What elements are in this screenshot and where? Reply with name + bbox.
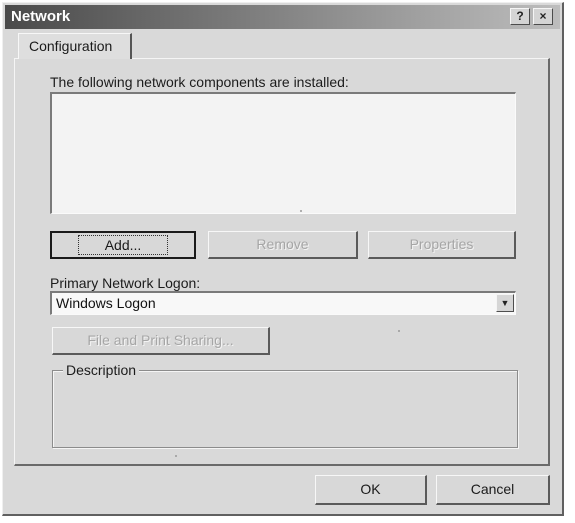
cancel-button[interactable]: Cancel — [436, 475, 550, 505]
scan-speck — [300, 210, 302, 212]
primary-logon-value: Windows Logon — [56, 295, 156, 311]
file-print-sharing-button[interactable]: File and Print Sharing... — [52, 327, 270, 355]
add-button-label: Add... — [77, 235, 169, 255]
ok-button[interactable]: OK — [315, 475, 427, 505]
primary-logon-select[interactable]: Windows Logon ▼ — [50, 291, 516, 315]
description-group: Description — [52, 362, 518, 448]
title-bar[interactable]: Network ? × — [5, 5, 560, 29]
description-legend: Description — [63, 362, 140, 378]
close-icon[interactable]: × — [533, 8, 553, 25]
primary-logon-label: Primary Network Logon: — [50, 275, 201, 291]
remove-button[interactable]: Remove — [208, 231, 358, 259]
installed-components-list[interactable] — [50, 92, 516, 214]
scan-speck — [175, 455, 177, 457]
window-title: Network — [11, 8, 71, 25]
properties-button[interactable]: Properties — [368, 231, 516, 259]
help-icon[interactable]: ? — [510, 8, 530, 25]
tab-configuration[interactable]: Configuration — [18, 33, 132, 59]
scan-speck — [398, 330, 400, 332]
chevron-down-icon[interactable]: ▼ — [496, 294, 514, 312]
add-button[interactable]: Add... — [50, 231, 196, 259]
installed-components-label: The following network components are ins… — [50, 74, 349, 90]
